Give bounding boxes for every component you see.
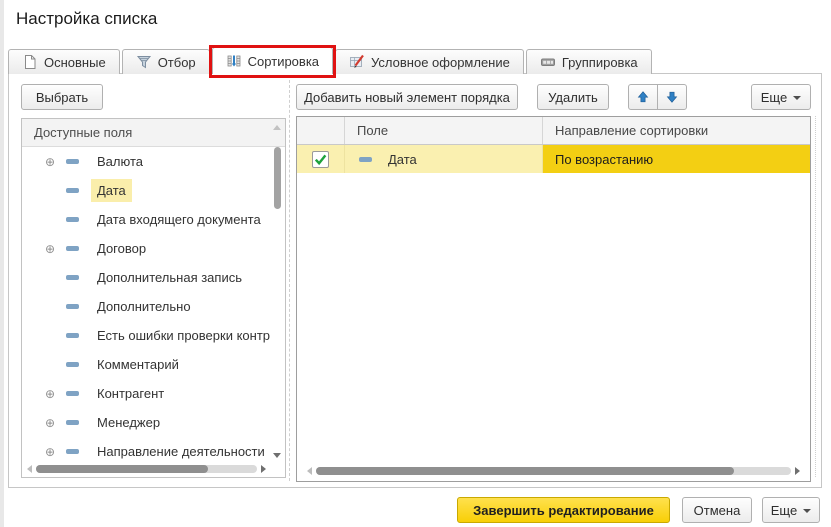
- tab-label: Основные: [44, 55, 106, 70]
- scroll-down-icon[interactable]: [273, 453, 281, 458]
- field-icon: [66, 188, 79, 193]
- expand-icon[interactable]: ⊕: [42, 387, 58, 401]
- field-icon: [66, 275, 79, 280]
- tab-label: Группировка: [562, 55, 638, 70]
- check-icon: [313, 152, 328, 167]
- field-icon: [66, 217, 79, 222]
- scroll-left-icon[interactable]: [27, 465, 32, 473]
- tree-item-additional-record[interactable]: Дополнительная запись: [22, 263, 271, 292]
- window-edge: [0, 0, 4, 527]
- panel-splitter[interactable]: [289, 80, 290, 481]
- scroll-right-icon[interactable]: [261, 465, 266, 473]
- scrollbar-thumb[interactable]: [316, 467, 734, 475]
- arrow-down-icon: [665, 90, 679, 104]
- field-icon: [66, 449, 79, 454]
- tab-main[interactable]: Основные: [8, 49, 120, 74]
- table-header: Поле Направление сортировки: [297, 117, 810, 145]
- scrollbar-track[interactable]: [316, 467, 791, 475]
- chevron-down-icon: [803, 509, 811, 513]
- tab-filter[interactable]: Отбор: [122, 49, 210, 74]
- field-column-header: Поле: [345, 117, 543, 144]
- move-up-button[interactable]: [628, 84, 658, 110]
- scrollbar-thumb[interactable]: [274, 147, 281, 209]
- fields-vertical-scrollbar[interactable]: [271, 121, 284, 460]
- table-horizontal-scrollbar[interactable]: [303, 464, 804, 478]
- tree-item-counterparty[interactable]: ⊕ Контрагент: [22, 379, 271, 408]
- checkbox-column-header: [297, 117, 345, 144]
- direction-cell-selected[interactable]: По возрастанию: [543, 145, 810, 173]
- expand-icon[interactable]: ⊕: [42, 445, 58, 459]
- tab-bar: Основные Отбор Сортировка: [8, 47, 652, 74]
- fields-tree: ⊕ Валюта Дата Дата входящего документа ⊕: [22, 147, 271, 461]
- tab-content-sorting: Выбрать Доступные поля ⊕ Валюта Дата: [8, 73, 822, 488]
- document-icon: [22, 54, 38, 70]
- arrow-up-icon: [636, 90, 650, 104]
- field-icon: [66, 246, 79, 251]
- direction-column-header: Направление сортировки: [543, 117, 810, 144]
- use-cell[interactable]: [297, 145, 345, 173]
- table-vertical-scrollbar[interactable]: [815, 116, 816, 477]
- tree-item-contract[interactable]: ⊕ Договор: [22, 234, 271, 263]
- scroll-left-icon[interactable]: [307, 467, 312, 475]
- tab-label: Условное оформление: [371, 55, 510, 70]
- more-button-footer[interactable]: Еще: [762, 497, 820, 523]
- conditional-format-icon: [349, 54, 365, 70]
- tree-item-comment[interactable]: Комментарий: [22, 350, 271, 379]
- tree-item-business-line[interactable]: ⊕ Направление деятельности: [22, 437, 271, 461]
- scrollbar-track[interactable]: [36, 465, 257, 473]
- field-icon: [66, 391, 79, 396]
- field-cell[interactable]: Дата: [345, 145, 543, 173]
- filter-icon: [136, 54, 152, 70]
- table-row[interactable]: Дата По возрастанию: [297, 145, 810, 173]
- field-icon: [66, 304, 79, 309]
- select-button[interactable]: Выбрать: [21, 84, 103, 110]
- expand-icon[interactable]: ⊕: [42, 155, 58, 169]
- add-order-element-button[interactable]: Добавить новый элемент порядка: [296, 84, 518, 110]
- tree-item-currency[interactable]: ⊕ Валюта: [22, 147, 271, 176]
- field-icon: [66, 159, 79, 164]
- tab-grouping[interactable]: Группировка: [526, 49, 652, 74]
- chevron-down-icon: [793, 96, 801, 100]
- sorting-table: Поле Направление сортировки Дата: [296, 116, 811, 482]
- move-down-button[interactable]: [657, 84, 687, 110]
- field-icon: [66, 362, 79, 367]
- tab-sorting[interactable]: Сортировка: [212, 47, 333, 74]
- expand-icon[interactable]: ⊕: [42, 416, 58, 430]
- scroll-right-icon[interactable]: [795, 467, 800, 475]
- tree-item-incoming-doc-date[interactable]: Дата входящего документа: [22, 205, 271, 234]
- sort-icon: [226, 53, 242, 69]
- tree-item-date[interactable]: Дата: [22, 176, 271, 205]
- highlighted-item: Дата: [91, 179, 132, 202]
- fields-horizontal-scrollbar[interactable]: [23, 462, 270, 476]
- cancel-button[interactable]: Отмена: [682, 497, 752, 523]
- field-icon: [66, 333, 79, 338]
- available-fields-header: Доступные поля: [22, 119, 285, 147]
- tree-item-additional[interactable]: Дополнительно: [22, 292, 271, 321]
- tab-conditional-format[interactable]: Условное оформление: [335, 49, 524, 74]
- finish-editing-button[interactable]: Завершить редактирование: [457, 497, 670, 523]
- group-icon: [540, 54, 556, 70]
- tree-item-has-errors[interactable]: Есть ошибки проверки контр: [22, 321, 271, 350]
- field-icon: [66, 420, 79, 425]
- more-button-toolbar[interactable]: Еще: [751, 84, 811, 110]
- page-title: Настройка списка: [16, 9, 157, 29]
- tab-label: Сортировка: [248, 54, 319, 69]
- expand-icon[interactable]: ⊕: [42, 242, 58, 256]
- available-fields-list: Доступные поля ⊕ Валюта Дата Дата входящ…: [21, 118, 286, 478]
- scroll-up-icon[interactable]: [273, 125, 281, 130]
- scrollbar-thumb[interactable]: [36, 465, 208, 473]
- field-icon: [359, 157, 372, 162]
- list-settings-dialog: Настройка списка Основные Отбор Сорт: [0, 0, 831, 527]
- tab-label: Отбор: [158, 55, 196, 70]
- tree-item-manager[interactable]: ⊕ Менеджер: [22, 408, 271, 437]
- delete-button[interactable]: Удалить: [537, 84, 609, 110]
- checkbox-checked[interactable]: [312, 151, 329, 168]
